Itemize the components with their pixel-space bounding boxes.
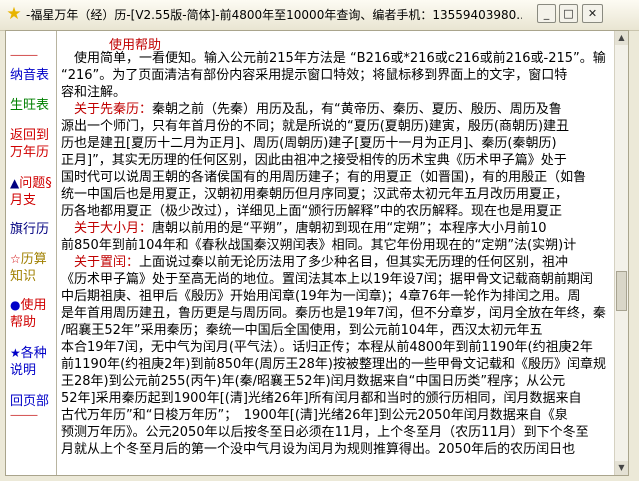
help-content: 使用帮助 使用简单，一看便知。输入公元前215年方法是 “B216或*216或c… — [56, 31, 615, 475]
help-line: 52年]采用秦历起到1900年[(清]光绪26年]所有闰月都和当时的颁行历相同，… — [61, 391, 582, 406]
help-line: 关于大小月：唐朝以前用的是“平朔”，唐朝初到现在用“定朔”；本程序大小月前10 — [61, 221, 547, 236]
help-line: /昭襄王52年”采用秦历；秦统一中国后全国使用，到公元前104年，西汉太初元年五 — [61, 323, 543, 338]
help-line: 中后期祖庚、祖甲后《殷历》开始用闰章(19年为一闰章)；4章76年一轮作为排闰之… — [61, 289, 581, 304]
scrollbar-thumb[interactable] — [616, 271, 627, 311]
help-line: 历也是建丑[夏历十二月为正月]、周历(周朝历)建子[夏历十一月为正月]、秦历(秦… — [61, 136, 557, 151]
sidebar-separator-top: ——— — [10, 50, 38, 61]
help-line: 历各地都用夏正（极少改过），详细见上面“颁行历解释”中的农历解释。现在也是用夏正 — [61, 204, 562, 219]
sidebar: ——— 纳音表 生旺表 返回到万年历 ▲问题§月支 旗行历 ☆历算知识 ●使用帮… — [6, 31, 54, 475]
help-line: 统一中国后也是用夏正，汉朝初用秦朝历但月序同夏；汉武帝太初元年五月改历用夏正， — [61, 187, 569, 202]
scroll-down-arrow-icon[interactable]: ▼ — [615, 461, 628, 475]
sidebar-item-label: 返回到万年历 — [10, 128, 50, 160]
help-line: 月就从上个冬至月后的第一个没中气月设为闰月为规则推算得出。2050年后的农历闰日… — [61, 442, 576, 457]
help-line: 预测万年历》。公元2050年以后按冬至日必须在11月，上个冬至月（农历11月）到… — [61, 425, 589, 440]
help-line: 国时代可以说周王朝的各诸侯国有的用周历建子；有的用夏正（如晋国)，有的用殷正（如… — [61, 170, 587, 185]
sidebar-item-usage-help[interactable]: ●使用帮助 — [10, 297, 54, 331]
sidebar-item-back-to-calendar[interactable]: 返回到万年历 — [10, 127, 54, 161]
close-button[interactable]: ✕ — [582, 4, 603, 23]
sidebar-item-nayin-table[interactable]: 纳音表 — [10, 67, 54, 84]
help-line: 容和注解。 — [61, 85, 127, 100]
sidebar-item-label: 纳音表 — [10, 68, 50, 83]
help-line: 是年首用周历建丑，鲁历更是与周历同。秦历也是19年7闰，但不分章岁，闰月全放在年… — [61, 306, 606, 321]
star-outline-icon: ☆ — [10, 252, 21, 266]
help-line: 本合19年7闰，无中气为闰月(平气法）。话归正传；本程从前4800年到前1190… — [61, 340, 593, 355]
sidebar-item-various-notes[interactable]: ★各种说明 — [10, 345, 54, 379]
sidebar-item-label: 旗行历 — [10, 222, 50, 237]
help-line: “216”。为了页面清洁有部份内容采用提示窗口特效；将鼠标移到界面上的文字，窗口… — [61, 68, 568, 83]
dot-icon: ● — [10, 298, 21, 312]
help-line: 使用简单，一看便知。输入公元前215年方法是 “B216或*216或c216或前… — [61, 51, 606, 66]
sidebar-item-issues-month-branch[interactable]: ▲问题§月支 — [10, 175, 54, 209]
title-bar[interactable]: ★ -福星万年（经）历-[V2.55版-简体]-前4800年至10000年查询、… — [0, 0, 639, 31]
sidebar-item-label: 回页部 — [10, 394, 50, 409]
maximize-button[interactable]: □ — [559, 4, 578, 23]
help-line: 前850年到前104年和《春秋战国秦汉朔闰表》相同。其它年份用现在的“定朔”法(… — [61, 238, 577, 253]
client-area: ——— 纳音表 生旺表 返回到万年历 ▲问题§月支 旗行历 ☆历算知识 ●使用帮… — [5, 30, 629, 476]
window-title: -福星万年（经）历-[V2.55版-简体]-前4800年至10000年查询、编者… — [26, 8, 522, 22]
vertical-scrollbar[interactable]: ▲ ▼ — [614, 31, 628, 475]
help-line: 王28年)到公元前255(丙午)年(秦/昭襄王52年)闰月数据来自“中国日历类”… — [61, 374, 566, 389]
help-line: 古代万年历”和“日梭万年历”； 1900年[(清]光绪26年]到公元2050年闰… — [61, 408, 568, 423]
scroll-up-arrow-icon[interactable]: ▲ — [615, 31, 628, 45]
sidebar-item-calendar-knowledge[interactable]: ☆历算知识 — [10, 251, 54, 285]
sidebar-item-shengwang-table[interactable]: 生旺表 — [10, 97, 54, 114]
help-line: 关于先秦历：秦朝之前（先秦）用历及乱，有“黄帝历、秦历、夏历、殷历、周历及鲁 — [61, 102, 562, 117]
star-icon: ★ — [6, 4, 22, 24]
minimize-button[interactable]: _ — [537, 4, 556, 23]
help-line: 前1190年(约祖庚2年)到前850年(周厉王28年)按被整理出的一些甲骨文记载… — [61, 357, 606, 372]
help-line: 关于置闰：上面说过秦以前无论历法用了多少种名目，但其实无历理的任何区别，祖冲 — [61, 255, 569, 270]
help-line: 正月]”，其实无历理的任何区别，因此由祖冲之接受相传的历术宝典《历术甲子篇》处于 — [61, 153, 567, 168]
sidebar-item-back-to-top[interactable]: 回页部 — [10, 393, 54, 410]
help-line: 源出一个师门，只有年首月份的不同；就是所说的“夏历(夏朝历)建寅，殷历(商朝历)… — [61, 119, 570, 134]
help-line: 《历术甲子篇》处于至高无尚的地位。置闰法其本上以19年设7闰；据甲骨文记载商朝前… — [61, 272, 593, 287]
sidebar-separator-bottom: ——— — [10, 410, 38, 421]
sidebar-item-label: 生旺表 — [10, 98, 50, 113]
sidebar-item-calendar-history[interactable]: 旗行历 — [10, 221, 54, 238]
star-icon: ★ — [10, 346, 21, 360]
triangle-up-icon: ▲ — [10, 176, 20, 190]
